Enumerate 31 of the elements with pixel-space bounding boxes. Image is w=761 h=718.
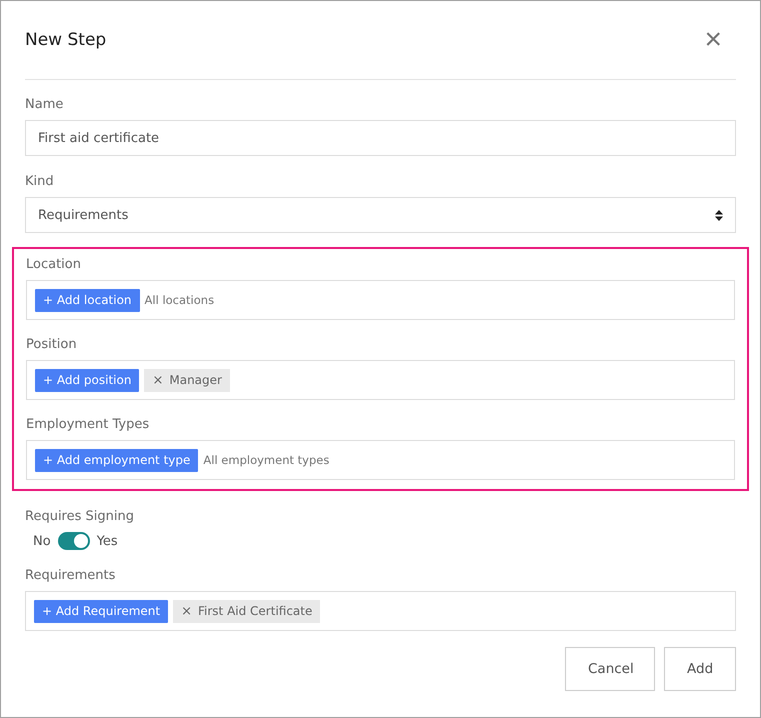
tag-input[interactable]: + Add location All locations — [26, 280, 735, 320]
remove-tag-button[interactable]: × — [152, 374, 164, 386]
field-label: Position — [26, 337, 78, 352]
close-button[interactable]: × — [704, 25, 736, 55]
field-label: Kind — [25, 174, 55, 189]
kind-select[interactable]: Requirements — [25, 197, 736, 233]
name-input[interactable]: First aid certificate — [25, 120, 736, 156]
field-placeholder: All employment types — [203, 453, 330, 467]
tag-label: First Aid Certificate — [198, 604, 312, 618]
remove-tag-button[interactable]: × — [181, 604, 192, 618]
add-button[interactable]: + Add Requirement — [34, 600, 168, 622]
field-label: Location — [26, 257, 82, 272]
field-label: Requires Signing — [25, 509, 135, 524]
dialog-title: New Step — [25, 30, 106, 50]
field-label: Requirements — [25, 568, 116, 583]
tag-input[interactable]: + Add position × Manager — [26, 360, 735, 400]
field-placeholder: All locations — [144, 293, 214, 307]
field-label: Employment Types — [26, 417, 150, 432]
tag-input[interactable]: + Add Requirement × First Aid Certificate — [25, 591, 736, 631]
tag-label: Manager — [169, 373, 222, 387]
toggle-on-label: Yes — [96, 534, 118, 548]
add-button[interactable]: + Add position — [35, 368, 140, 392]
field-label: Name — [25, 97, 64, 112]
sort-caret-icon — [715, 210, 723, 220]
cancel-button[interactable]: Cancel — [565, 647, 655, 691]
tag-input[interactable]: + Add employment type All employment types — [26, 440, 735, 480]
toggle-off-label: No — [33, 534, 51, 548]
add-button[interactable]: Add — [664, 647, 736, 691]
add-button[interactable]: + Add employment type — [35, 448, 198, 472]
toggle-switch[interactable] — [58, 532, 90, 550]
add-button[interactable]: + Add location — [35, 288, 140, 312]
